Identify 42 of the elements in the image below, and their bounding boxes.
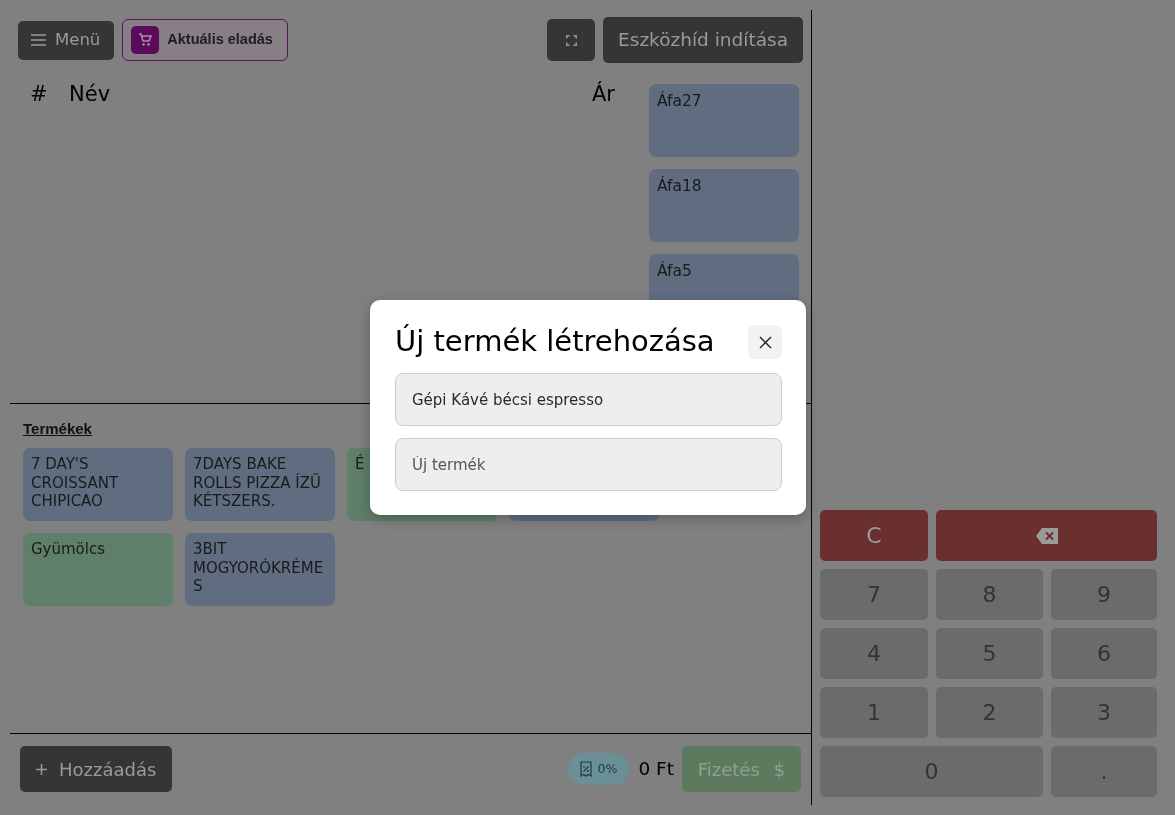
receipt-icon	[579, 761, 592, 777]
number-key[interactable]: 9	[1051, 569, 1157, 620]
number-key[interactable]: 0	[820, 746, 1043, 797]
column-header: #	[30, 84, 49, 105]
product-tile[interactable]: 3BIT MOGYORÓKRÉMES	[185, 533, 335, 606]
number-key[interactable]: 4	[820, 628, 928, 679]
menu-button[interactable]: Menü	[18, 20, 115, 60]
input-field[interactable]: Gépi Kávé bécsi espresso	[395, 373, 782, 426]
number-key[interactable]: 1	[820, 687, 928, 738]
backspace-icon	[1035, 527, 1058, 544]
backspace-key[interactable]	[936, 510, 1157, 561]
number-key[interactable]: 8	[936, 569, 1043, 620]
fullscreen-button[interactable]	[547, 19, 596, 61]
vat-percent: 0%	[597, 759, 618, 778]
input-field[interactable]: Új termék	[395, 438, 782, 491]
product-tile[interactable]: 7 DAY'S CROISSANT CHIPICAO	[23, 448, 173, 521]
modal-title: Új termék létrehozása	[395, 325, 715, 359]
section-title: Termékek	[23, 420, 92, 438]
plus-icon	[36, 763, 47, 775]
cart-icon	[131, 26, 160, 54]
close-button[interactable]	[748, 325, 782, 359]
product-tile[interactable]: 7DAYS BAKE ROLLS PIZZA ÍZŰ KÉTSZERS.	[185, 448, 335, 521]
column-header: Név	[69, 84, 112, 105]
vat-tile[interactable]: Áfa18	[649, 169, 799, 242]
number-key[interactable]: 6	[1051, 628, 1157, 679]
add-button[interactable]: Hozzáadás	[20, 746, 173, 792]
dollar-icon: $	[773, 755, 786, 783]
number-key[interactable]: 7	[820, 569, 928, 620]
number-key[interactable]: 2	[936, 687, 1043, 738]
clear-key[interactable]: C	[820, 510, 928, 561]
close-icon	[758, 335, 772, 349]
fullscreen-icon	[565, 34, 577, 46]
total-amount: 0 Ft	[638, 757, 674, 781]
number-key[interactable]: 3	[1051, 687, 1157, 738]
number-key[interactable]: 5	[936, 628, 1043, 679]
vat-badge[interactable]: 0%	[567, 753, 630, 785]
menu-icon	[31, 34, 46, 46]
start-bridge-button[interactable]: Eszközhíd indítása	[603, 17, 803, 63]
number-key[interactable]: .	[1051, 746, 1157, 797]
product-tile[interactable]: Gyümölcs	[23, 533, 173, 606]
vat-tile[interactable]: Áfa27	[649, 84, 799, 157]
current-sale-button[interactable]: Aktuális eladás	[122, 19, 288, 61]
